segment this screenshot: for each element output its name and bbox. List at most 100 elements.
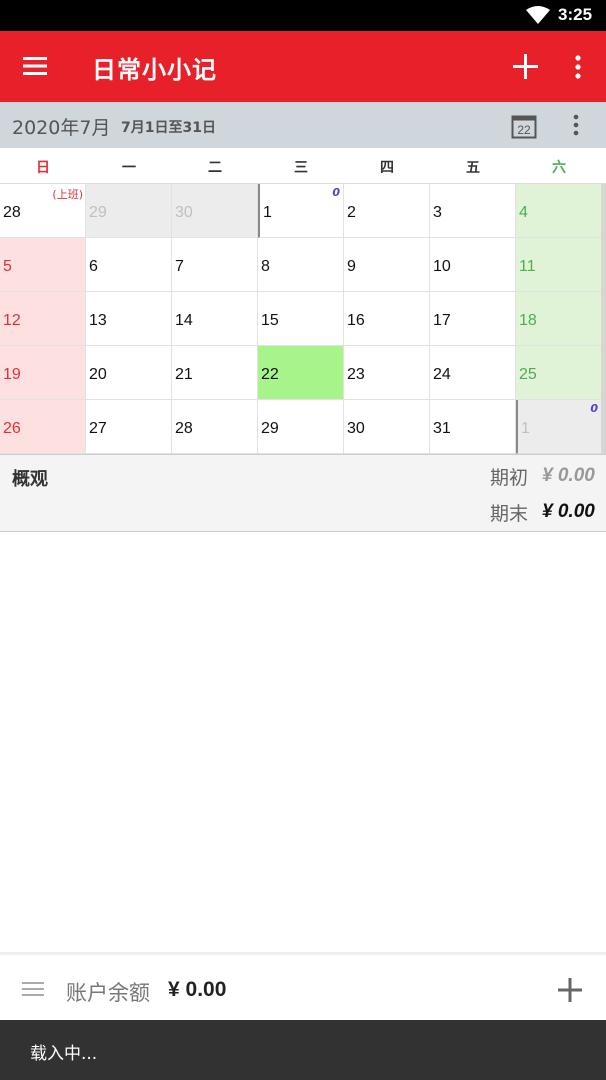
calendar-scrollbar[interactable]	[601, 184, 606, 454]
calendar-day-cell[interactable]: 19	[0, 346, 86, 400]
day-number: 2	[347, 204, 356, 221]
calendar-day-cell[interactable]: 16	[344, 292, 430, 346]
day-number: 1	[263, 204, 272, 221]
calendar-day-cell[interactable]: 9	[344, 238, 430, 292]
calendar-day-cell[interactable]: 13	[86, 292, 172, 346]
day-number: 29	[261, 420, 279, 437]
weekday-wed: 三	[294, 160, 308, 176]
day-number: 30	[347, 420, 365, 437]
app-bar: 日常小小记	[0, 31, 606, 102]
calendar-day-cell[interactable]: 8	[258, 238, 344, 292]
day-number: 16	[347, 312, 365, 329]
calendar-day-cell[interactable]: 6	[86, 238, 172, 292]
day-number: 3	[433, 204, 442, 221]
day-number: 12	[3, 312, 21, 329]
calendar-day-cell[interactable]: 0 1	[258, 184, 344, 238]
toast-text: 载入中...	[30, 1044, 98, 1064]
calendar-day-cell[interactable]: 17	[430, 292, 516, 346]
workday-tag: (上班)	[52, 188, 83, 201]
add-account-icon[interactable]	[557, 977, 583, 1003]
day-number: 17	[433, 312, 451, 329]
month-title[interactable]: 2020年7月	[12, 113, 110, 140]
weekday-fri: 五	[466, 160, 480, 176]
calendar-day-cell[interactable]: 14	[172, 292, 258, 346]
calendar-today-number: 22	[517, 123, 531, 137]
calendar-day-cell[interactable]: 12	[0, 292, 86, 346]
day-number: 18	[519, 312, 537, 329]
calendar-day-cell[interactable]: 10	[430, 238, 516, 292]
day-number: 14	[175, 312, 193, 329]
calendar-day-cell[interactable]: 2	[344, 184, 430, 238]
drag-handle-icon[interactable]	[22, 981, 44, 997]
day-number: 23	[347, 366, 365, 383]
day-number: 29	[89, 204, 107, 221]
weekday-header: 日 一 二 三 四 五 六	[0, 148, 606, 184]
calendar-day-cell[interactable]: 5	[0, 238, 86, 292]
calendar-day-cell[interactable]: (上班) 28	[0, 184, 86, 238]
day-number: 22	[261, 366, 279, 383]
day-number: 28	[3, 204, 21, 221]
day-number: 21	[175, 366, 193, 383]
month-more-icon[interactable]	[569, 113, 583, 137]
day-number: 4	[519, 204, 528, 221]
calendar-day-cell[interactable]: 18	[516, 292, 602, 346]
calendar-day-cell[interactable]: 20	[86, 346, 172, 400]
weekday-thu: 四	[380, 160, 394, 176]
calendar-day-cell[interactable]: 26	[0, 400, 86, 454]
calendar-day-cell[interactable]: 27	[86, 400, 172, 454]
opening-label: 期初	[490, 467, 529, 489]
calendar-day-cell[interactable]: 23	[344, 346, 430, 400]
more-vert-icon[interactable]	[570, 53, 586, 81]
calendar-day-cell[interactable]: 28	[172, 400, 258, 454]
day-number: 6	[89, 258, 98, 275]
day-number: 7	[175, 258, 184, 275]
calendar-day-cell[interactable]: 29	[86, 184, 172, 238]
menu-icon[interactable]	[22, 54, 48, 78]
day-amount: 0	[590, 402, 598, 415]
balance-label: 账户余额	[66, 981, 150, 1005]
day-number: 20	[89, 366, 107, 383]
status-time: 3:25	[558, 5, 593, 24]
status-bar: 3:25	[0, 0, 606, 31]
day-number: 8	[261, 258, 270, 275]
calendar-day-cell[interactable]: 29	[258, 400, 344, 454]
day-number: 31	[433, 420, 451, 437]
app-title: 日常小小记	[92, 56, 217, 84]
calendar-day-cell[interactable]: 0 1	[516, 400, 602, 454]
calendar-day-cell[interactable]: 15	[258, 292, 344, 346]
summary-title: 概观	[12, 469, 48, 490]
account-balance-bar: 账户余额 ¥ 0.00	[0, 952, 606, 1020]
day-number: 19	[3, 366, 21, 383]
day-number: 9	[347, 258, 356, 275]
opening-value: ¥ 0.00	[542, 465, 595, 486]
calendar-day-cell[interactable]: 30	[344, 400, 430, 454]
calendar-day-cell[interactable]: 21	[172, 346, 258, 400]
day-number: 1	[521, 420, 530, 437]
calendar-day-cell[interactable]: 4	[516, 184, 602, 238]
wifi-icon	[526, 6, 550, 24]
weekday-tue: 二	[208, 160, 222, 176]
day-number: 13	[89, 312, 107, 329]
calendar-today-icon[interactable]: 22	[511, 113, 537, 139]
closing-label: 期末	[490, 503, 529, 525]
calendar-day-cell[interactable]: 7	[172, 238, 258, 292]
calendar-day-cell[interactable]: 30	[172, 184, 258, 238]
day-number: 5	[3, 258, 12, 275]
calendar-day-cell[interactable]: 24	[430, 346, 516, 400]
day-number: 24	[433, 366, 451, 383]
day-number: 30	[175, 204, 193, 221]
weekday-sun: 日	[36, 160, 50, 176]
day-number: 27	[89, 420, 107, 437]
calendar-day-cell[interactable]: 11	[516, 238, 602, 292]
calendar-day-cell[interactable]: 25	[516, 346, 602, 400]
balance-value: ¥ 0.00	[168, 978, 227, 1001]
calendar-day-cell-today[interactable]: 22	[258, 346, 344, 400]
weekday-sat: 六	[552, 160, 566, 176]
date-range: 7月1日至31日	[121, 120, 216, 136]
calendar-day-cell[interactable]: 3	[430, 184, 516, 238]
month-bar: 2020年7月 7月1日至31日 22	[0, 102, 606, 148]
add-icon[interactable]	[512, 53, 539, 80]
closing-value: ¥ 0.00	[542, 501, 595, 522]
calendar-day-cell[interactable]: 31	[430, 400, 516, 454]
calendar-grid: (上班) 28 29 30 0 1 2 3 4 5 6 7 8 9 10 11 …	[0, 184, 606, 454]
